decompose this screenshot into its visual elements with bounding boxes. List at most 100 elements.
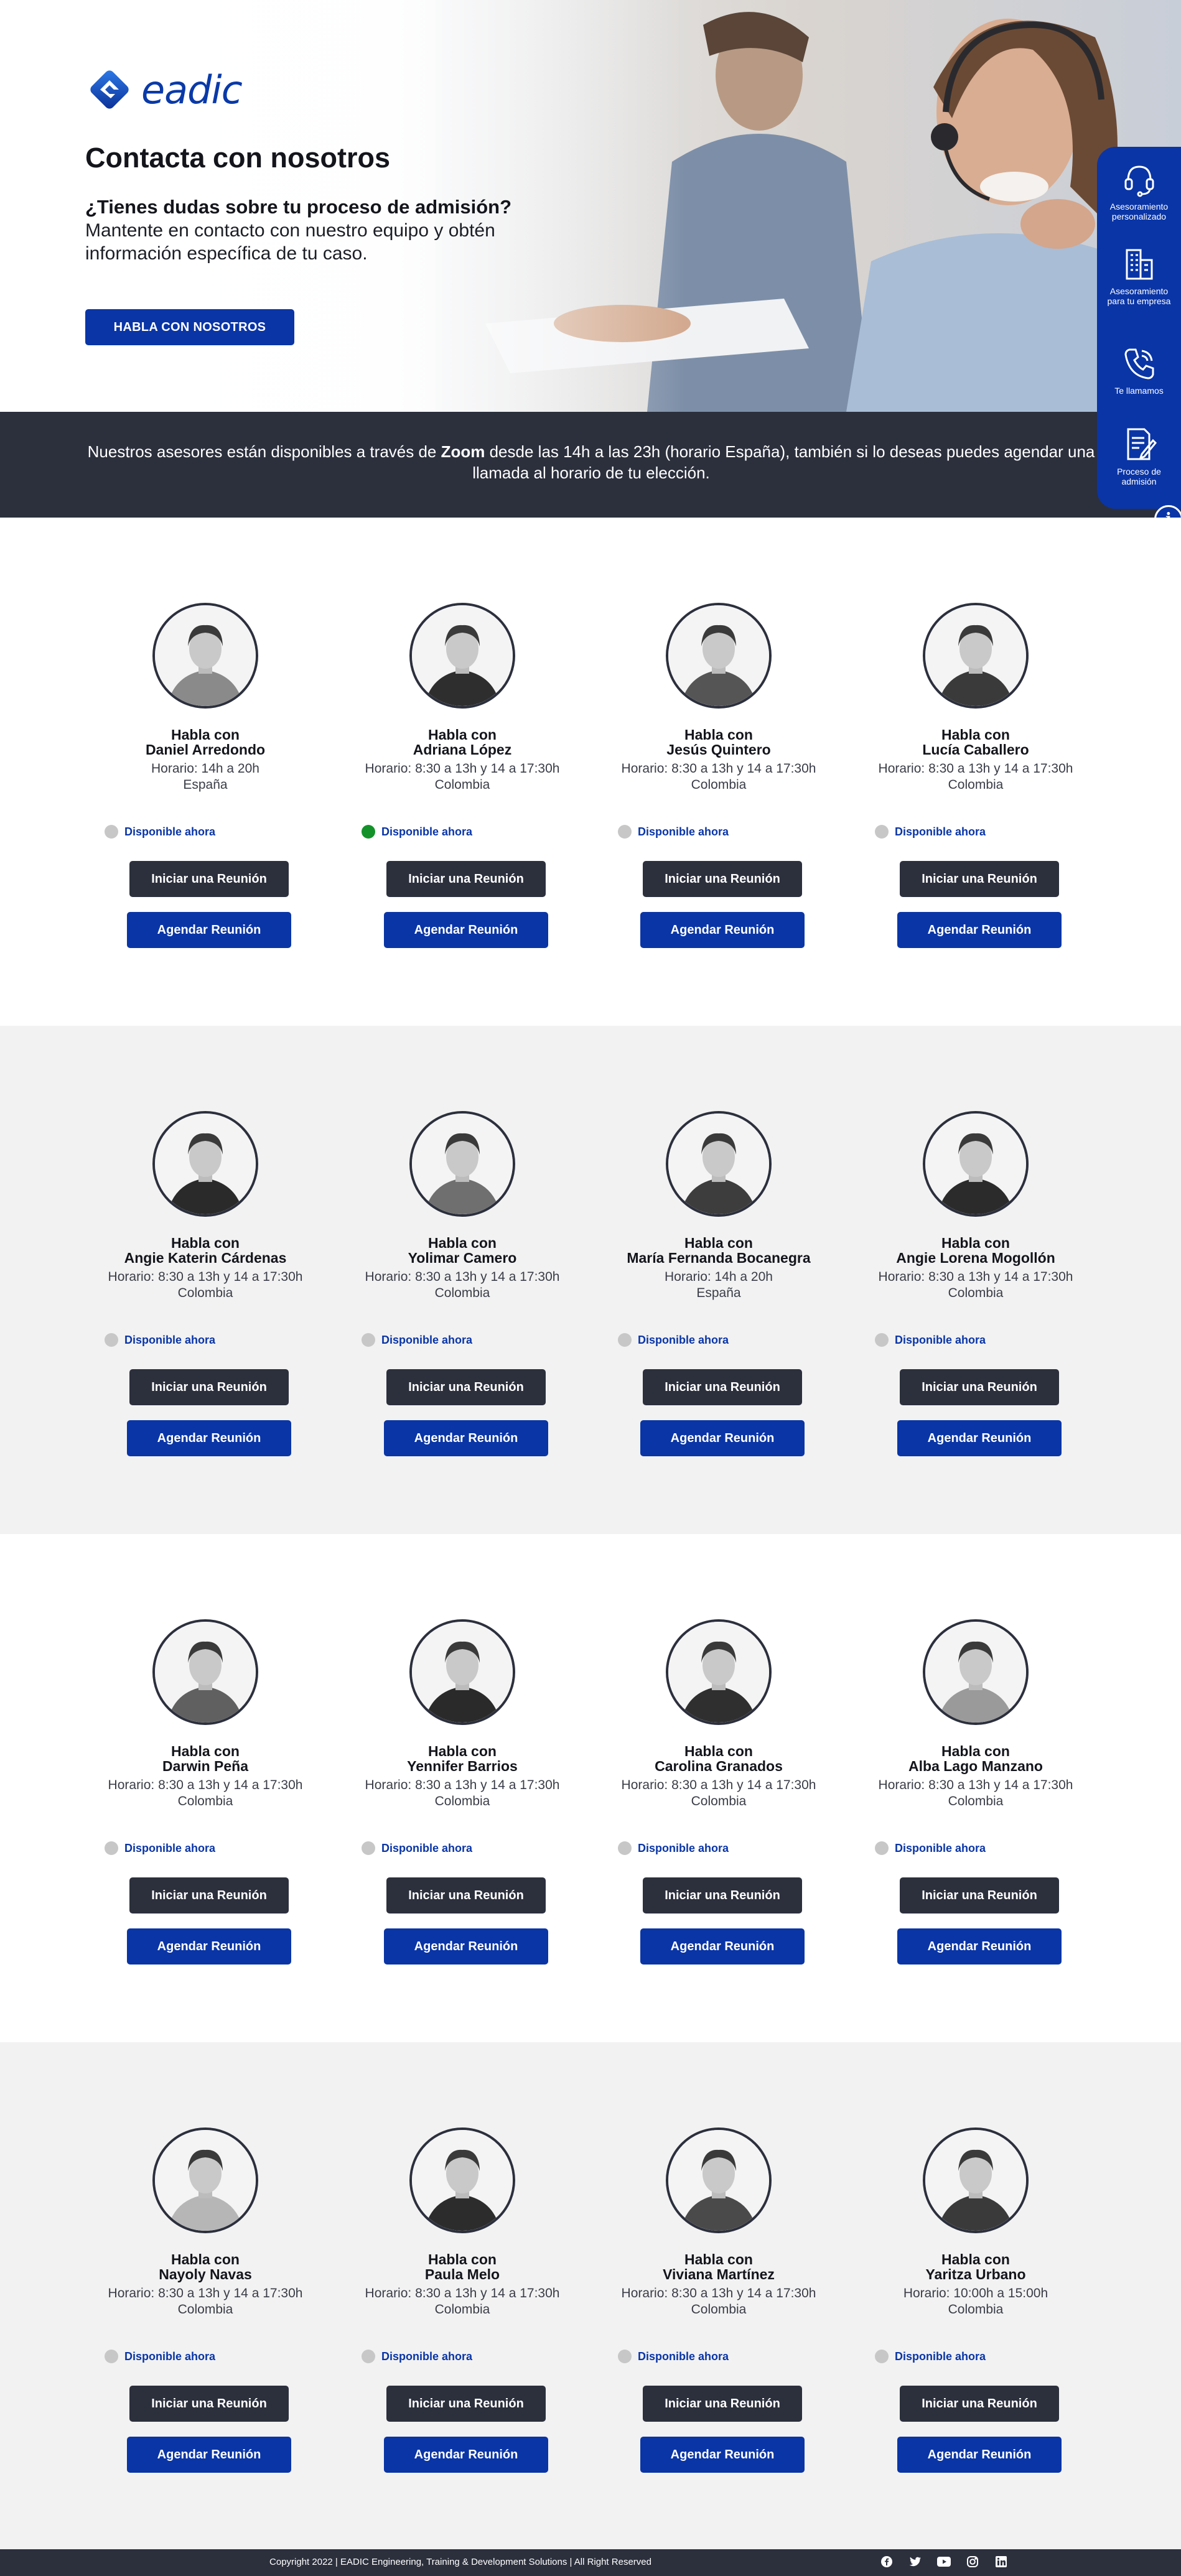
status-dot [618, 1841, 632, 1855]
start-meeting-button[interactable]: Iniciar una Reunión [129, 1369, 289, 1405]
start-meeting-button[interactable]: Iniciar una Reunión [643, 1369, 802, 1405]
availability-status: Disponible ahora [875, 2350, 986, 2363]
start-meeting-button[interactable]: Iniciar una Reunión [643, 2386, 802, 2422]
side-item-personal-advice[interactable]: Asesoramiento personalizado [1097, 160, 1181, 221]
agent-photo [925, 1622, 1026, 1723]
status-label: Disponible ahora [381, 1841, 473, 1854]
start-meeting-button[interactable]: Iniciar una Reunión [643, 861, 802, 897]
start-meeting-button[interactable]: Iniciar una Reunión [129, 861, 289, 897]
start-meeting-button[interactable]: Iniciar una Reunión [386, 1877, 546, 1913]
status-dot [618, 1333, 632, 1347]
talk-with-label: Habla con [171, 2251, 240, 2267]
start-meeting-button[interactable]: Iniciar una Reunión [900, 861, 1059, 897]
agent-card: Habla con Jesús Quintero Horario: 8:30 a 1… [613, 603, 824, 948]
agent-country: Colombia [177, 2302, 233, 2317]
instagram-icon[interactable] [966, 2555, 979, 2569]
talk-with-label: Habla con [684, 1235, 753, 1251]
talk-with-label: Habla con [171, 1743, 240, 1759]
agent-name: Angie Katerin Cárdenas [124, 1250, 287, 1266]
side-item-admission-process[interactable]: Proceso de admisión [1097, 425, 1181, 486]
status-label: Disponible ahora [124, 825, 216, 838]
agent-photo [412, 605, 513, 706]
agent-card: Habla con Paula Melo Horario: 8:30 a 13h y… [357, 2127, 568, 2473]
agent-card: Habla con Angie Katerin Cárdenas Horario: … [100, 1111, 311, 1456]
start-meeting-button[interactable]: Iniciar una Reunión [386, 2386, 546, 2422]
start-meeting-button[interactable]: Iniciar una Reunión [386, 861, 546, 897]
agent-hours: Horario: 8:30 a 13h y 14 a 17:30h [108, 1778, 303, 1792]
agent-hours: Horario: 8:30 a 13h y 14 a 17:30h [365, 761, 560, 776]
agent-photo [668, 1114, 769, 1214]
side-item-we-call-you[interactable]: Te llamamos [1097, 345, 1181, 396]
schedule-meeting-button[interactable]: Agendar Reunión [127, 912, 291, 948]
side-item-label: Te llamamos [1114, 386, 1164, 396]
schedule-meeting-button[interactable]: Agendar Reunión [897, 1928, 1062, 1965]
status-dot [362, 1333, 375, 1347]
footer: Copyright 2022 | EADIC Engineering, Trai… [0, 2549, 1181, 2576]
schedule-meeting-button[interactable]: Agendar Reunión [384, 2437, 548, 2473]
availability-status: Disponible ahora [875, 1841, 986, 1855]
status-dot [105, 1841, 118, 1855]
agent-hours: Horario: 8:30 a 13h y 14 a 17:30h [621, 1778, 816, 1792]
start-meeting-button[interactable]: Iniciar una Reunión [900, 2386, 1059, 2422]
talk-to-us-button[interactable]: HABLA CON NOSOTROS [85, 309, 294, 345]
schedule-meeting-button[interactable]: Agendar Reunión [897, 1420, 1062, 1456]
start-meeting-button[interactable]: Iniciar una Reunión [900, 1877, 1059, 1913]
building-icon [1126, 249, 1152, 280]
schedule-meeting-button[interactable]: Agendar Reunión [127, 1928, 291, 1965]
status-label: Disponible ahora [381, 825, 473, 838]
availability-status: Disponible ahora [618, 1333, 729, 1347]
agent-country: Colombia [434, 778, 490, 792]
linkedin-icon[interactable] [994, 2555, 1008, 2569]
page-title: Contacta con nosotros [85, 142, 391, 174]
side-item-label: Proceso de admisión [1117, 467, 1161, 486]
status-label: Disponible ahora [638, 1333, 729, 1346]
start-meeting-button[interactable]: Iniciar una Reunión [643, 1877, 802, 1913]
agent-hours: Horario: 8:30 a 13h y 14 a 17:30h [365, 1778, 560, 1792]
document-icon [1127, 428, 1157, 460]
youtube-icon[interactable] [937, 2555, 951, 2569]
status-dot [875, 1841, 889, 1855]
agent-avatar [409, 1619, 515, 1725]
start-meeting-button[interactable]: Iniciar una Reunión [129, 1877, 289, 1913]
schedule-meeting-button[interactable]: Agendar Reunión [384, 1928, 548, 1965]
agent-avatar [923, 2127, 1029, 2233]
availability-status: Disponible ahora [362, 825, 472, 839]
status-dot [875, 2350, 889, 2363]
schedule-meeting-button[interactable]: Agendar Reunión [640, 912, 805, 948]
agent-avatar [409, 1111, 515, 1217]
schedule-meeting-button[interactable]: Agendar Reunión [897, 912, 1062, 948]
agent-country: Colombia [948, 1794, 1004, 1808]
start-meeting-button[interactable]: Iniciar una Reunión [900, 1369, 1059, 1405]
start-meeting-button[interactable]: Iniciar una Reunión [129, 2386, 289, 2422]
side-item-company-advice[interactable]: Asesoramiento para tu empresa [1097, 245, 1181, 306]
agent-photo [668, 605, 769, 706]
status-label: Disponible ahora [124, 2350, 216, 2363]
schedule-meeting-button[interactable]: Agendar Reunión [897, 2437, 1062, 2473]
availability-status: Disponible ahora [362, 2350, 472, 2363]
agent-name: Alba Lago Manzano [908, 1758, 1043, 1774]
schedule-meeting-button[interactable]: Agendar Reunión [640, 1928, 805, 1965]
twitter-icon[interactable] [908, 2555, 922, 2569]
agent-card: Habla con Daniel Arredondo Horario: 14h a … [100, 603, 311, 948]
side-item-label: Asesoramiento para tu empresa [1107, 286, 1171, 306]
start-meeting-button[interactable]: Iniciar una Reunión [386, 1369, 546, 1405]
agent-hours: Horario: 14h a 20h [151, 761, 259, 776]
agent-country: España [183, 778, 228, 792]
schedule-meeting-button[interactable]: Agendar Reunión [127, 1420, 291, 1456]
agents-section: Habla con Darwin Peña Horario: 8:30 a 13h … [0, 1534, 1181, 2042]
agent-country: Colombia [948, 2302, 1004, 2317]
availability-status: Disponible ahora [105, 1333, 215, 1347]
talk-with-label: Habla con [428, 727, 497, 743]
schedule-meeting-button[interactable]: Agendar Reunión [640, 1420, 805, 1456]
schedule-meeting-button[interactable]: Agendar Reunión [640, 2437, 805, 2473]
eadic-logo[interactable]: eadic [85, 65, 243, 114]
status-label: Disponible ahora [124, 1333, 216, 1346]
status-dot [362, 1841, 375, 1855]
status-label: Disponible ahora [638, 2350, 729, 2363]
schedule-meeting-button[interactable]: Agendar Reunión [127, 2437, 291, 2473]
schedule-meeting-button[interactable]: Agendar Reunión [384, 912, 548, 948]
facebook-icon[interactable] [880, 2555, 894, 2569]
schedule-meeting-button[interactable]: Agendar Reunión [384, 1420, 548, 1456]
status-dot [362, 2350, 375, 2363]
availability-status: Disponible ahora [362, 1841, 472, 1855]
